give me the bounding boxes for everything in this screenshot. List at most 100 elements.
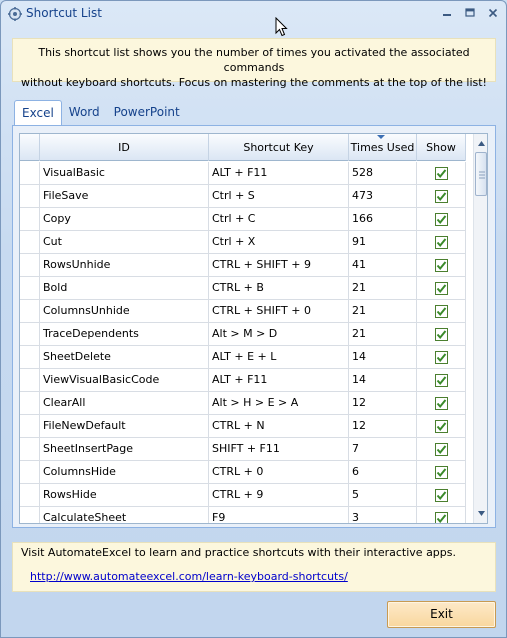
cell-times-used: 5: [349, 484, 417, 506]
cell-times-used: 14: [349, 346, 417, 368]
mouse-cursor-icon: [275, 17, 288, 37]
row-selector[interactable]: [20, 461, 40, 483]
show-checkbox[interactable]: [434, 373, 448, 387]
cell-id: ColumnsUnhide: [40, 300, 209, 322]
checkmark-icon: [436, 421, 446, 431]
tab-powerpoint[interactable]: PowerPoint: [107, 100, 187, 126]
row-selector[interactable]: [20, 300, 40, 322]
row-selector[interactable]: [20, 277, 40, 299]
table-row[interactable]: Bold CTRL + B 21: [20, 277, 466, 300]
cell-times-used: 14: [349, 369, 417, 391]
gear-icon: [8, 7, 22, 21]
table-row[interactable]: VisualBasic ALT + F11 528: [20, 162, 466, 185]
table-row[interactable]: FileNewDefault CTRL + N 12: [20, 415, 466, 438]
show-checkbox[interactable]: [434, 419, 448, 433]
exit-button[interactable]: Exit: [387, 601, 496, 628]
row-selector-header[interactable]: [20, 134, 40, 161]
scroll-up-icon[interactable]: [474, 136, 487, 151]
show-checkbox[interactable]: [434, 258, 448, 272]
show-checkbox[interactable]: [434, 511, 448, 523]
cell-show: [417, 461, 466, 483]
show-checkbox[interactable]: [434, 442, 448, 456]
show-checkbox[interactable]: [434, 304, 448, 318]
show-checkbox[interactable]: [434, 396, 448, 410]
cell-shortcut-key: Ctrl + X: [209, 231, 349, 253]
cell-id: ViewVisualBasicCode: [40, 369, 209, 391]
automateexcel-link[interactable]: http://www.automateexcel.com/learn-keybo…: [30, 570, 348, 583]
column-header-show[interactable]: Show: [417, 134, 466, 161]
table-row[interactable]: RowsHide CTRL + 95: [20, 484, 466, 507]
row-selector[interactable]: [20, 254, 40, 276]
show-checkbox[interactable]: [434, 281, 448, 295]
column-header-shortcut-key[interactable]: Shortcut Key: [209, 134, 349, 161]
minimize-icon[interactable]: [439, 6, 455, 20]
column-header-times-used[interactable]: Times Used: [349, 134, 417, 161]
cell-times-used: 528: [349, 162, 417, 184]
row-selector[interactable]: [20, 323, 40, 345]
cell-show: [417, 231, 466, 253]
row-selector[interactable]: [20, 162, 40, 184]
show-checkbox[interactable]: [434, 327, 448, 341]
row-selector[interactable]: [20, 369, 40, 391]
title-bar[interactable]: Shortcut List: [1, 1, 506, 27]
row-selector[interactable]: [20, 415, 40, 437]
row-selector[interactable]: [20, 507, 40, 523]
info-message: This shortcut list shows you the number …: [12, 38, 496, 89]
row-selector[interactable]: [20, 208, 40, 230]
row-selector[interactable]: [20, 185, 40, 207]
cell-show: [417, 185, 466, 207]
cell-shortcut-key: F9: [209, 507, 349, 523]
table-row[interactable]: ViewVisualBasicCode ALT + F11 14: [20, 369, 466, 392]
show-checkbox[interactable]: [434, 488, 448, 502]
table-row[interactable]: TraceDependents Alt > M > D 21: [20, 323, 466, 346]
vertical-scrollbar[interactable]: [473, 134, 487, 523]
show-checkbox[interactable]: [434, 166, 448, 180]
row-selector[interactable]: [20, 438, 40, 460]
close-icon[interactable]: [485, 6, 501, 20]
row-selector[interactable]: [20, 392, 40, 414]
maximize-icon[interactable]: [462, 6, 478, 20]
show-checkbox[interactable]: [434, 189, 448, 203]
column-header-id[interactable]: ID: [40, 134, 209, 161]
checkmark-icon: [436, 375, 446, 385]
window-title: Shortcut List: [26, 6, 102, 20]
show-checkbox[interactable]: [434, 465, 448, 479]
scroll-down-icon[interactable]: [474, 506, 487, 521]
table-row[interactable]: FileSave Ctrl + S 473: [20, 185, 466, 208]
cell-show: [417, 415, 466, 437]
show-checkbox[interactable]: [434, 235, 448, 249]
cell-times-used: 166: [349, 208, 417, 230]
scrollbar-thumb[interactable]: [475, 152, 487, 196]
table-row[interactable]: ColumnsHide CTRL + 06: [20, 461, 466, 484]
row-selector[interactable]: [20, 484, 40, 506]
table-row[interactable]: ColumnsUnhide CTRL + SHIFT + 0 21: [20, 300, 466, 323]
cell-id: CalculateSheet: [40, 507, 209, 523]
row-selector[interactable]: [20, 231, 40, 253]
table-row[interactable]: Copy Ctrl + C 166: [20, 208, 466, 231]
cell-show: [417, 254, 466, 276]
cell-times-used: 91: [349, 231, 417, 253]
table-row[interactable]: CalculateSheet F9 3: [20, 507, 466, 523]
checkmark-icon: [436, 237, 446, 247]
cell-times-used: 12: [349, 415, 417, 437]
table-row[interactable]: SheetInsertPage SHIFT + F11 7: [20, 438, 466, 461]
table-row[interactable]: ClearAll Alt > H > E > A 12: [20, 392, 466, 415]
cell-shortcut-key: CTRL + SHIFT + 0: [209, 300, 349, 322]
show-checkbox[interactable]: [434, 212, 448, 226]
checkmark-icon: [436, 260, 446, 270]
checkmark-icon: [436, 168, 446, 178]
grid-header: ID Shortcut Key Times Used Show: [20, 134, 466, 161]
checkmark-icon: [436, 513, 446, 523]
table-row[interactable]: SheetDelete ALT + E + L 14: [20, 346, 466, 369]
show-checkbox[interactable]: [434, 350, 448, 364]
tab-excel[interactable]: Excel: [14, 100, 62, 127]
table-row[interactable]: Cut Ctrl + X 91: [20, 231, 466, 254]
tab-word[interactable]: Word: [62, 100, 107, 126]
row-selector[interactable]: [20, 346, 40, 368]
cell-id: VisualBasic: [40, 162, 209, 184]
cell-show: [417, 300, 466, 322]
checkmark-icon: [436, 467, 446, 477]
footer-text: Visit AutomateExcel to learn and practic…: [21, 546, 456, 559]
cell-show: [417, 323, 466, 345]
table-row[interactable]: RowsUnhide CTRL + SHIFT + 9 41: [20, 254, 466, 277]
